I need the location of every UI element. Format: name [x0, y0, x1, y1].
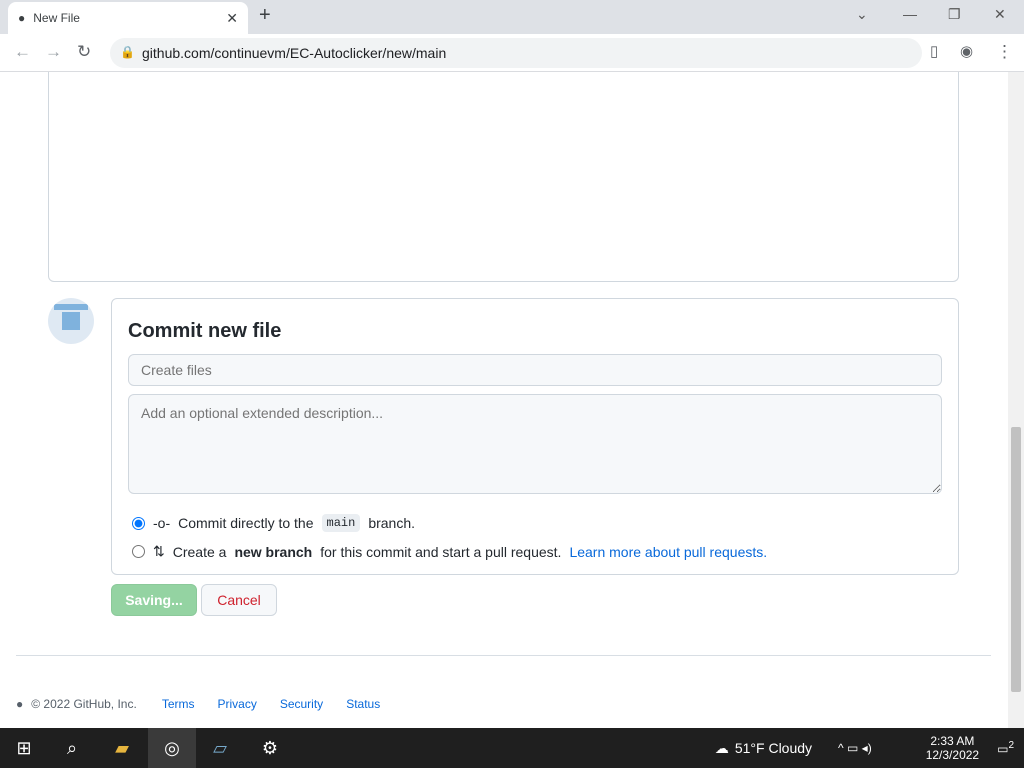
- commit-description-input[interactable]: [128, 394, 942, 494]
- footer-link-status[interactable]: Status: [346, 697, 380, 711]
- save-button[interactable]: Saving...: [111, 584, 197, 616]
- url-field[interactable]: 🔒 github.com/continuevm/EC-Autoclicker/n…: [110, 38, 922, 68]
- scrollbar-thumb[interactable]: [1011, 427, 1021, 692]
- branch-name: main: [321, 514, 361, 532]
- commit-summary-input[interactable]: [128, 354, 942, 386]
- new-branch-radio[interactable]: [132, 545, 145, 558]
- footer-link-security[interactable]: Security: [280, 697, 323, 711]
- commit-direct-suffix: branch.: [368, 515, 416, 531]
- date: 12/3/2022: [925, 748, 980, 762]
- close-tab-icon[interactable]: ✕: [226, 10, 238, 27]
- tray-icons[interactable]: ^ ▭ ◂): [838, 741, 872, 755]
- tab-title: New File: [33, 11, 80, 25]
- notification-icon[interactable]: ▭2: [997, 740, 1014, 756]
- commit-direct-radio[interactable]: [132, 516, 145, 530]
- copyright: © 2022 GitHub, Inc.: [31, 697, 137, 711]
- taskbar: ⊞ ⌕ ▰ ◎ ▱ ⚙ ☁ 51°F Cloudy ^ ▭ ◂) 2:33 AM…: [0, 728, 1024, 768]
- tab-search-icon[interactable]: ⌄: [856, 6, 868, 23]
- windows-start-icon[interactable]: ⊞: [0, 728, 48, 768]
- commit-direct-label: Commit directly to the: [178, 515, 314, 531]
- new-branch-option[interactable]: ⇅ Create a new branch for this commit an…: [132, 543, 767, 560]
- lock-icon: 🔒: [120, 45, 135, 59]
- new-branch-bold: new branch: [234, 543, 313, 560]
- minimize-button[interactable]: —: [903, 6, 917, 22]
- footer: ● © 2022 GitHub, Inc. Terms Privacy Secu…: [16, 697, 403, 711]
- profile-icon[interactable]: ◉: [960, 42, 973, 60]
- footer-divider: [16, 655, 991, 656]
- commit-icon: -o-: [153, 515, 171, 531]
- footer-link-terms[interactable]: Terms: [162, 697, 195, 711]
- github-icon: ●: [18, 11, 26, 25]
- menu-icon[interactable]: ⋮: [996, 42, 1013, 62]
- notification-count: 2: [1008, 740, 1014, 751]
- tab-strip: ● New File ✕ + ⌄ — ❐ ✕: [0, 0, 1024, 34]
- back-icon[interactable]: ←: [14, 42, 31, 62]
- time: 2:33 AM: [930, 734, 975, 748]
- footer-link-privacy[interactable]: Privacy: [217, 697, 256, 711]
- address-bar-row: ← → ↻ 🔒 github.com/continuevm/EC-Autocli…: [0, 34, 1024, 72]
- app-icon[interactable]: ▱: [196, 728, 244, 768]
- new-branch-suffix: for this commit and start a pull request…: [320, 543, 562, 560]
- settings-icon[interactable]: ⚙: [246, 728, 294, 768]
- file-explorer-icon[interactable]: ▰: [98, 728, 146, 768]
- restore-button[interactable]: ❐: [948, 6, 961, 23]
- clock[interactable]: 2:33 AM 12/3/2022: [926, 734, 979, 762]
- new-tab-button[interactable]: +: [259, 4, 271, 27]
- cancel-button[interactable]: Cancel: [201, 584, 277, 616]
- weather-icon: ☁: [714, 739, 729, 756]
- close-window-button[interactable]: ✕: [994, 6, 1006, 23]
- chrome-icon[interactable]: ◎: [148, 728, 196, 768]
- learn-more-link[interactable]: Learn more about pull requests.: [569, 544, 767, 560]
- commit-direct-option[interactable]: -o- Commit directly to the main branch.: [132, 514, 415, 532]
- file-editor[interactable]: [48, 72, 959, 282]
- avatar: [48, 298, 94, 344]
- sidepanel-icon[interactable]: ▯: [930, 42, 938, 60]
- browser-tab[interactable]: ● New File ✕: [8, 2, 248, 34]
- reload-icon[interactable]: ↻: [77, 42, 91, 62]
- url-text: github.com/continuevm/EC-Autoclicker/new…: [142, 45, 447, 61]
- commit-heading: Commit new file: [128, 320, 282, 342]
- new-branch-prefix: Create a: [172, 543, 227, 560]
- system-tray: ☁ 51°F Cloudy ^ ▭ ◂) 2:33 AM 12/3/2022 ▭…: [715, 728, 1024, 768]
- pull-request-icon: ⇅: [153, 543, 165, 559]
- github-logo-icon[interactable]: ●: [16, 697, 23, 711]
- scrollbar[interactable]: [1008, 72, 1024, 728]
- forward-icon[interactable]: →: [45, 42, 62, 62]
- weather-text[interactable]: 51°F Cloudy: [735, 740, 812, 756]
- commit-box: Commit new file -o- Commit directly to t…: [111, 298, 959, 575]
- search-icon[interactable]: ⌕: [48, 728, 96, 768]
- page-content: Commit new file -o- Commit directly to t…: [0, 72, 1008, 728]
